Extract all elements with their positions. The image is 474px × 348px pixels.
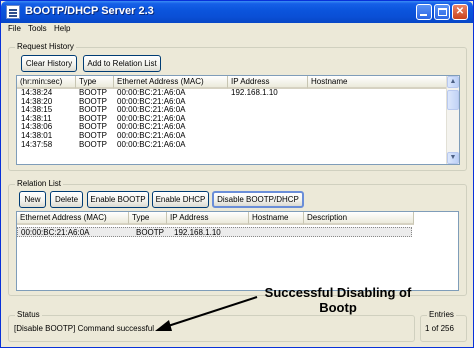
relation-list-label: Relation List <box>15 179 64 188</box>
status-label: Status <box>15 310 42 319</box>
status-text: [Disable BOOTP] Command successful <box>14 324 155 333</box>
annotation-arrow-icon <box>155 296 258 331</box>
cell-mac: 00:00:BC:21:A6:0A <box>21 228 90 237</box>
request-history-scrollbar[interactable]: ▲ ▼ <box>446 76 459 164</box>
maximize-icon <box>438 8 447 16</box>
cell-ip: 192.168.1.10 <box>174 228 221 237</box>
cell-type: BOOTP <box>136 228 165 237</box>
cell-time: 14:37:58 <box>21 139 53 149</box>
menu-help[interactable]: Help <box>54 24 70 33</box>
column-description[interactable]: Description <box>304 212 414 225</box>
table-row[interactable]: 14:37:58 BOOTP 00:00:BC:21:A6:0A <box>17 139 448 150</box>
enable-dhcp-button[interactable]: Enable DHCP <box>152 191 209 208</box>
relation-list-rows: 00:00:BC:21:A6:0A BOOTP 192.168.1.10 <box>17 227 412 237</box>
add-to-relation-list-button[interactable]: Add to Relation List <box>83 55 161 72</box>
request-history-list[interactable]: (hr:min:sec) Type Ethernet Address (MAC)… <box>16 75 460 165</box>
scroll-up-icon[interactable]: ▲ <box>447 76 459 88</box>
column-hostname[interactable]: Hostname <box>308 76 448 89</box>
disable-bootp-dhcp-button[interactable]: Disable BOOTP/DHCP <box>212 191 304 208</box>
column-type[interactable]: Type <box>129 212 167 225</box>
cell-type: BOOTP <box>79 139 108 149</box>
minimize-button[interactable] <box>416 4 432 20</box>
cell-ip: 192.168.1.10 <box>231 88 278 97</box>
menu-bar: File Tools Help <box>2 23 472 38</box>
column-ip[interactable]: IP Address <box>167 212 249 225</box>
close-icon: ✕ <box>455 6 465 17</box>
entries-group: Entries 1 of 256 <box>420 310 467 342</box>
delete-button[interactable]: Delete <box>50 191 83 208</box>
request-history-label: Request History <box>15 42 76 51</box>
clear-history-button[interactable]: Clear History <box>21 55 77 72</box>
cell-mac: 00:00:BC:21:A6:0A <box>117 139 186 149</box>
annotation-callout: Successful Disabling of Bootp <box>253 285 423 315</box>
enable-bootp-button[interactable]: Enable BOOTP <box>87 191 149 208</box>
table-row[interactable]: 00:00:BC:21:A6:0A BOOTP 192.168.1.10 <box>17 227 412 237</box>
column-hostname[interactable]: Hostname <box>249 212 304 225</box>
scroll-down-icon[interactable]: ▼ <box>447 152 459 164</box>
entries-count: 1 of 256 <box>425 324 454 333</box>
entries-label: Entries <box>427 310 456 319</box>
request-history-rows: 14:38:24 BOOTP 00:00:BC:21:A6:0A 192.168… <box>17 88 448 150</box>
menu-file[interactable]: File <box>8 24 21 33</box>
minimize-icon <box>420 14 427 16</box>
relation-list[interactable]: Ethernet Address (MAC) Type IP Address H… <box>16 211 459 291</box>
app-icon <box>6 5 20 19</box>
close-button[interactable]: ✕ <box>452 4 468 20</box>
menu-tools[interactable]: Tools <box>28 24 47 33</box>
annotation-line-2: Bootp <box>319 300 357 315</box>
new-button[interactable]: New <box>19 191 46 208</box>
scroll-thumb[interactable] <box>447 90 459 110</box>
annotation-line-1: Successful Disabling of <box>264 285 412 300</box>
maximize-button[interactable] <box>434 4 450 20</box>
column-mac[interactable]: Ethernet Address (MAC) <box>17 212 129 225</box>
relation-list-header: Ethernet Address (MAC) Type IP Address H… <box>17 212 414 225</box>
window-title: BOOTP/DHCP Server 2.3 <box>25 5 154 17</box>
app-window: BOOTP/DHCP Server 2.3 ✕ File Tools Help … <box>0 0 474 348</box>
title-bar[interactable]: BOOTP/DHCP Server 2.3 ✕ <box>1 1 473 23</box>
